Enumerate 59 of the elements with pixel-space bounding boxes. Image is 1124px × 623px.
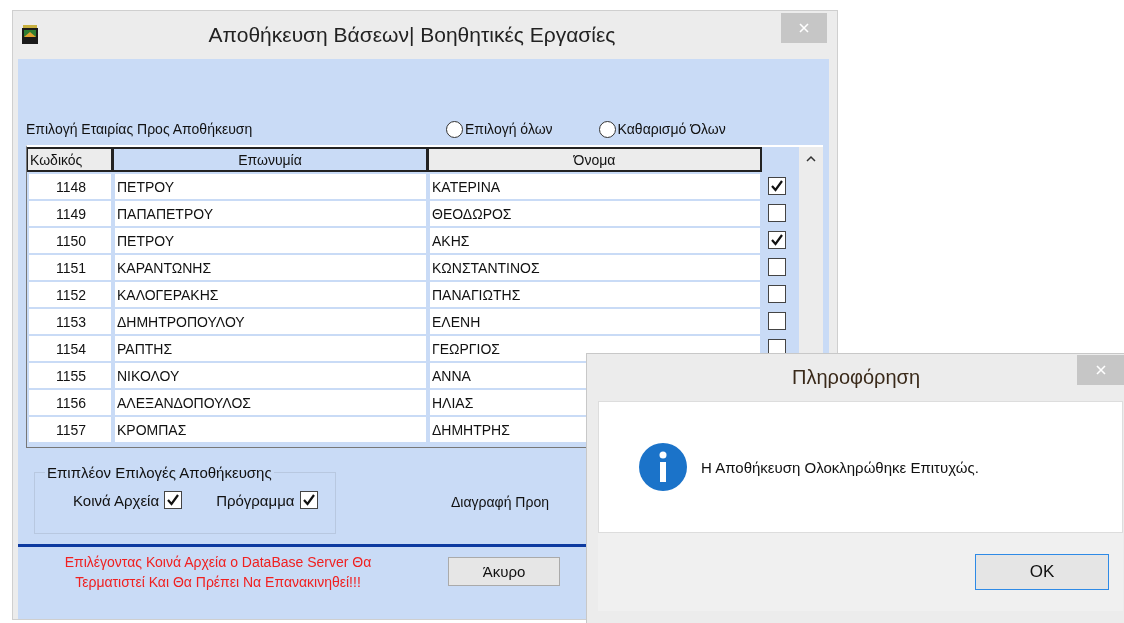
radio-circle[interactable] bbox=[598, 120, 616, 138]
table-cell: ΕΛΕΝΗ bbox=[430, 309, 760, 334]
table-cell: ΠΕΤΡΟΥ bbox=[115, 174, 426, 199]
column-header[interactable]: Όνομα bbox=[428, 147, 762, 172]
app-icon bbox=[21, 25, 39, 45]
row-checkbox[interactable] bbox=[768, 176, 786, 195]
checkbox-label: Κοινά Αρχεία bbox=[73, 491, 160, 509]
dialog-message: Η Αποθήκευση Ολοκληρώθηκε Επιτυχώς. bbox=[701, 458, 979, 476]
ok-button[interactable]: OK bbox=[975, 554, 1109, 590]
table-cell: ΚΡΟΜΠΑΣ bbox=[115, 417, 426, 442]
warning-text: Επιλέγοντας Κοινά Αρχεία ο DataBase Server Θα Τερματιστεί Και Θα Πρέπει Να Επανακινηθεί!!! bbox=[63, 552, 373, 592]
row-checkbox[interactable] bbox=[768, 230, 786, 249]
table-cell: 1157 bbox=[29, 417, 111, 442]
table-cell: ΚΑΡΑΝΤΩΝΗΣ bbox=[115, 255, 426, 280]
row-checkbox[interactable] bbox=[768, 203, 786, 222]
radio-label: Καθαρισμό Όλων bbox=[617, 121, 726, 137]
column-header[interactable]: Επωνυμία bbox=[113, 147, 428, 172]
table-cell: ΠΑΝΑΓΙΩΤΗΣ bbox=[430, 282, 760, 307]
radio-label: Επιλογή όλων bbox=[465, 121, 553, 137]
table-cell: ΡΑΠΤΗΣ bbox=[115, 336, 426, 361]
close-icon bbox=[798, 22, 810, 34]
selection-label: Επιλογή Εταιρίας Προς Αποθήκευση bbox=[26, 121, 254, 137]
table-cell: 1149 bbox=[29, 201, 111, 226]
table-cell: 1156 bbox=[29, 390, 111, 415]
table-cell: 1154 bbox=[29, 336, 111, 361]
delete-label: Διαγραφή Προη bbox=[451, 494, 549, 510]
table-cell: ΑΚΗΣ bbox=[430, 228, 760, 253]
radio-option[interactable]: Επιλογή όλων bbox=[446, 120, 553, 138]
checkbox[interactable] bbox=[164, 491, 183, 509]
row-checkbox[interactable] bbox=[768, 311, 786, 330]
table-cell: ΘΕΟΔΩΡΟΣ bbox=[430, 201, 760, 226]
table-cell: ΚΑΤΕΡΙΝΑ bbox=[430, 174, 760, 199]
radio-circle[interactable] bbox=[446, 120, 463, 138]
table-cell: ΚΩΝΣΤΑΝΤΙΝΟΣ bbox=[430, 255, 760, 280]
row-checkbox[interactable] bbox=[768, 284, 786, 303]
table-cell: 1150 bbox=[29, 228, 111, 253]
row-checkbox[interactable] bbox=[768, 257, 786, 276]
close-icon bbox=[1095, 364, 1107, 376]
table-cell: ΝΙΚΟΛΟΥ bbox=[115, 363, 426, 388]
window-title: Αποθήκευση Βάσεων| Βοηθητικές Εργασίες bbox=[207, 23, 617, 47]
checkbox-label: Πρόγραμμα bbox=[216, 491, 295, 509]
table-cell: 1155 bbox=[29, 363, 111, 388]
table-cell: ΑΛΕΞΑΝΔΟΠΟΥΛΟΣ bbox=[115, 390, 426, 415]
table-cell: ΔΗΜΗΤΡΟΠΟΥΛΟΥ bbox=[115, 309, 426, 334]
table-cell: 1153 bbox=[29, 309, 111, 334]
group-title: Επιπλέον Επιλογές Αποθήκευσης bbox=[46, 464, 273, 481]
scroll-up-icon bbox=[805, 155, 817, 163]
table-cell: ΚΑΛΟΓΕΡΑΚΗΣ bbox=[115, 282, 426, 307]
info-icon bbox=[639, 443, 687, 491]
checkbox[interactable] bbox=[299, 491, 318, 509]
table-cell: 1152 bbox=[29, 282, 111, 307]
cancel-button[interactable]: Άκυρο bbox=[448, 557, 560, 586]
dialog-title: Πληροφόρηση bbox=[791, 366, 921, 389]
table-cell: 1151 bbox=[29, 255, 111, 280]
table-cell: ΠΑΠΑΠΕΤΡΟΥ bbox=[115, 201, 426, 226]
radio-option[interactable]: Καθαρισμό Όλων bbox=[598, 120, 726, 138]
table-cell: 1148 bbox=[29, 174, 111, 199]
column-header[interactable]: Κωδικός bbox=[27, 147, 113, 172]
table-cell: ΠΕΤΡΟΥ bbox=[115, 228, 426, 253]
